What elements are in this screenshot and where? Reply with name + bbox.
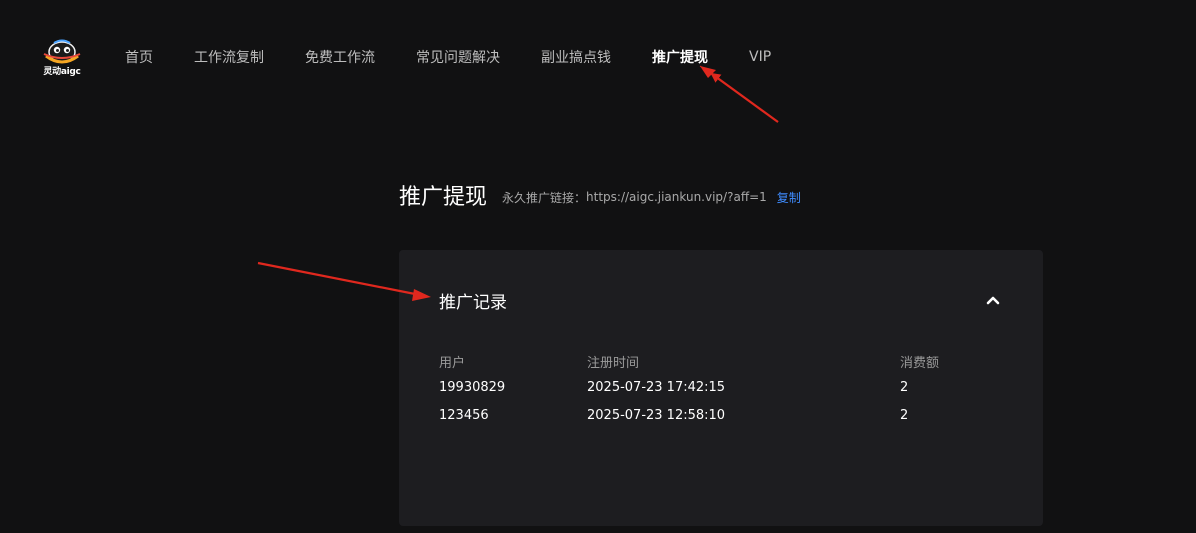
nav-item-promotion[interactable]: 推广提现 [652, 47, 708, 67]
column-header-register-time: 注册时间 [587, 356, 640, 371]
column-header-amount: 消费额 [900, 356, 940, 371]
nav-item-workflow-copy[interactable]: 工作流复制 [194, 47, 264, 67]
card-header[interactable]: 推广记录 [439, 288, 1003, 313]
collapse-button[interactable] [983, 290, 1003, 310]
table-row: 19930829 2025-07-23 17:42:15 2 [439, 380, 1003, 408]
cell-register-time: 2025-07-23 12:58:10 [587, 408, 726, 423]
page: 灵动aigc 首页 工作流复制 免费工作流 常见问题解决 副业搞点钱 推广提现 … [0, 0, 1196, 533]
cell-user: 19930829 [439, 380, 506, 395]
nav-item-faq[interactable]: 常见问题解决 [416, 47, 500, 67]
copy-link-button[interactable]: 复制 [777, 189, 801, 206]
site-logo[interactable]: 灵动aigc [40, 38, 84, 78]
affiliate-link-label: 永久推广链接： [502, 190, 587, 205]
chevron-up-icon [986, 296, 1000, 305]
nav-item-side-hustle[interactable]: 副业搞点钱 [541, 47, 611, 67]
cell-amount: 2 [900, 408, 909, 423]
logo-text: 灵动aigc [43, 67, 81, 77]
promotion-record-card: 推广记录 用户 注册时间 消费额 19930829 2025-07-23 17:… [399, 250, 1043, 526]
cell-user: 123456 [439, 408, 489, 423]
card-title: 推广记录 [439, 293, 507, 313]
top-header: 灵动aigc 首页 工作流复制 免费工作流 常见问题解决 副业搞点钱 推广提现 … [0, 0, 1196, 112]
main-nav: 首页 工作流复制 免费工作流 常见问题解决 副业搞点钱 推广提现 VIP [125, 47, 812, 67]
record-table: 用户 注册时间 消费额 19930829 2025-07-23 17:42:15… [439, 352, 1003, 436]
page-title-row: 推广提现 永久推广链接： https://aigc.jiankun.vip/?a… [399, 180, 801, 210]
nav-item-vip[interactable]: VIP [749, 49, 771, 65]
table-header-row: 用户 注册时间 消费额 [439, 352, 1003, 380]
nav-item-home[interactable]: 首页 [125, 47, 153, 67]
affiliate-link[interactable]: https://aigc.jiankun.vip/?aff=1 [586, 190, 767, 204]
cell-register-time: 2025-07-23 17:42:15 [587, 380, 726, 395]
cell-amount: 2 [900, 380, 909, 395]
nav-item-free-workflow[interactable]: 免费工作流 [305, 47, 375, 67]
table-row: 123456 2025-07-23 12:58:10 2 [439, 408, 1003, 436]
column-header-user: 用户 [439, 356, 466, 371]
page-title: 推广提现 [399, 185, 488, 210]
